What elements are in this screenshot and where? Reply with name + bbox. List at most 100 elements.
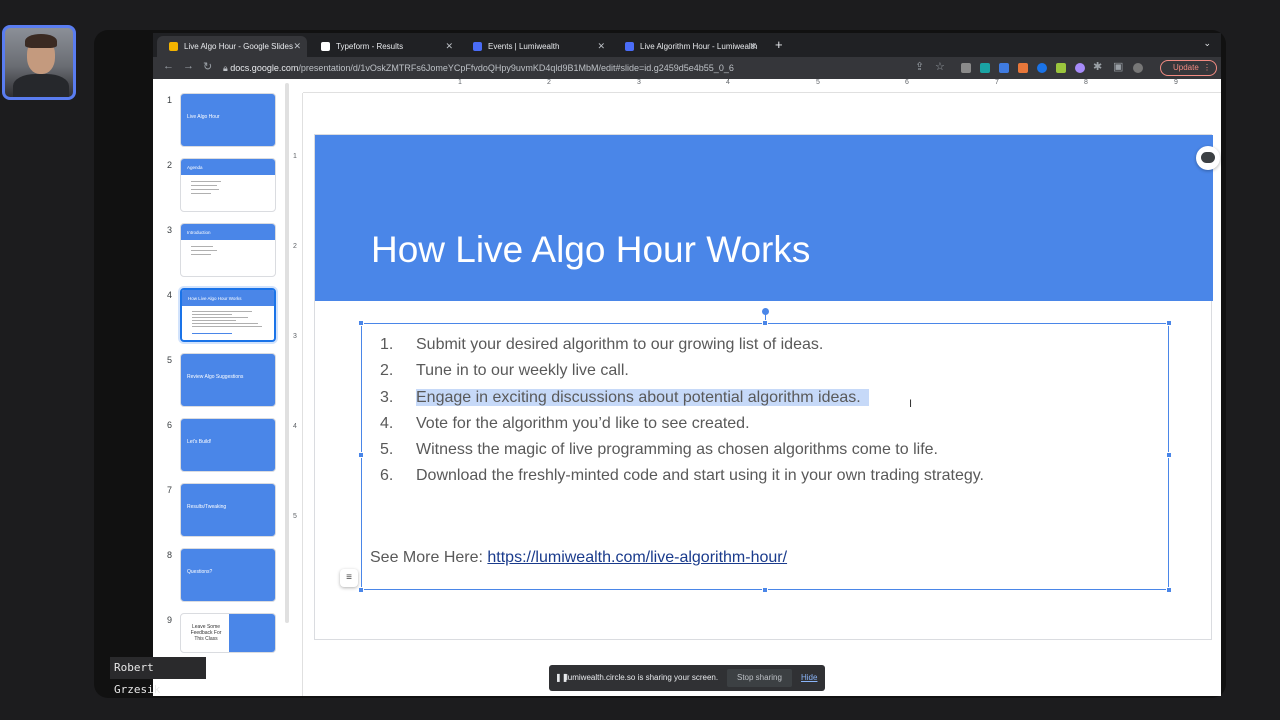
vertical-ruler[interactable]: 1 2 3 4 5 [289, 93, 303, 696]
extension-icon[interactable] [1037, 63, 1047, 73]
text-cursor-icon: I [909, 398, 913, 410]
tab-label: Live Algo Hour - Google Slides [184, 42, 293, 51]
thumb-number: 9 [167, 615, 173, 625]
close-tab-icon[interactable]: ✕ [749, 36, 757, 57]
extension-icon[interactable] [980, 63, 990, 73]
rotate-handle[interactable] [762, 308, 769, 315]
lumiwealth-favicon-icon [473, 42, 482, 51]
list-item[interactable]: 1. Submit your desired algorithm to our g… [380, 332, 984, 358]
side-panel-icon[interactable]: ▣ [1113, 60, 1123, 73]
forward-arrow-icon[interactable]: → [183, 60, 194, 72]
extensions-puzzle-icon[interactable]: ✱ [1093, 60, 1102, 73]
thumb-text-line [192, 326, 262, 327]
list-item[interactable]: 5. Witness the magic of live programming … [380, 437, 984, 463]
tab-search-chevron-icon[interactable]: ⌄ [1203, 38, 1211, 49]
resize-handle[interactable] [1166, 452, 1172, 458]
thumb-number: 1 [167, 95, 173, 105]
slide-thumb-1[interactable]: Live Algo Hour [180, 93, 276, 147]
see-more-label: See More Here: [370, 549, 488, 566]
profile-avatar[interactable] [1133, 63, 1143, 73]
stop-sharing-button[interactable]: Stop sharing [727, 669, 792, 687]
close-tab-icon[interactable]: ✕ [445, 36, 453, 57]
extension-icon[interactable] [1075, 63, 1085, 73]
assistant-toggle-icon[interactable] [1196, 146, 1220, 170]
list-number: 2. [380, 362, 394, 380]
hide-button[interactable]: Hide [801, 665, 817, 691]
thumb-text-line [191, 185, 217, 186]
thumb-text-line [192, 311, 252, 312]
tab-bar: Live Algo Hour - Google Slides ✕ Typefor… [153, 33, 1221, 57]
extension-icon[interactable] [961, 63, 971, 73]
thumb-title: Introduction [187, 230, 211, 235]
thumb-number: 8 [167, 550, 173, 560]
slide-thumb-8[interactable]: Questions? [180, 548, 276, 602]
menu-dots-icon: ⋮ [1203, 63, 1211, 72]
share-icon[interactable]: ⇪ [915, 60, 924, 73]
autofit-options-icon[interactable]: ≡ [340, 569, 358, 587]
horizontal-ruler[interactable]: 1 2 3 4 5 6 7 8 9 [303, 79, 1221, 93]
slide-thumb-6[interactable]: Let's Build! [180, 418, 276, 472]
slide-thumb-5[interactable]: Review Algo Suggestions [180, 353, 276, 407]
list-item[interactable]: 4. Vote for the algorithm you’d like to s… [380, 411, 984, 437]
body-textbox[interactable]: 1. Submit your desired algorithm to our g… [340, 308, 1172, 593]
tab-events-lumiwealth[interactable]: Events | Lumiwealth ✕ [461, 36, 611, 57]
ruler-number: 9 [1174, 79, 1178, 86]
thumb-text-line [191, 246, 213, 247]
ruler-number: 3 [637, 79, 641, 86]
extension-icon[interactable] [1018, 63, 1028, 73]
url-field[interactable]: 🔒︎ docs.google.com/presentation/d/1vOskZ… [223, 59, 1073, 77]
list-number: 4. [380, 414, 394, 432]
see-more-link[interactable]: https://lumiwealth.com/live-algorithm-ho… [487, 549, 787, 566]
resize-handle[interactable] [358, 587, 364, 593]
thumb-title: Let's Build! [187, 439, 212, 445]
list-text: Vote for the algorithm you’d like to see… [416, 414, 750, 432]
screen-share-bar: ❚❚ lumiwealth.circle.so is sharing your … [549, 665, 825, 691]
list-text: Tune in to our weekly live call. [416, 362, 629, 380]
resize-handle[interactable] [1166, 320, 1172, 326]
bookmark-star-icon[interactable]: ☆ [935, 60, 945, 73]
list-item[interactable]: 2. Tune in to our weekly live call. [380, 358, 984, 384]
participant-video[interactable] [2, 25, 76, 100]
ruler-number: 5 [293, 513, 297, 520]
new-tab-button[interactable]: + [775, 37, 783, 52]
tab-label: Live Algorithm Hour - Lumiwealth [640, 42, 758, 51]
back-arrow-icon[interactable]: ← [163, 60, 174, 72]
ruler-number: 3 [293, 333, 297, 340]
reload-icon[interactable]: ↻ [203, 60, 212, 73]
resize-handle[interactable] [1166, 587, 1172, 593]
list-number: 6. [380, 467, 394, 485]
extension-icon[interactable] [999, 63, 1009, 73]
numbered-list: 1. Submit your desired algorithm to our g… [380, 332, 984, 490]
thumb-header: Agenda [181, 159, 275, 175]
close-tab-icon[interactable]: ✕ [597, 36, 605, 57]
tab-google-slides[interactable]: Live Algo Hour - Google Slides ✕ [157, 36, 307, 57]
extension-icon[interactable] [1056, 63, 1066, 73]
slide-thumb-9[interactable]: Leave Some Feedback For This Class [180, 613, 276, 653]
slide-thumb-2[interactable]: Agenda [180, 158, 276, 212]
resize-handle[interactable] [358, 320, 364, 326]
resize-handle[interactable] [762, 587, 768, 593]
slide-title[interactable]: How Live Algo Hour Works [371, 229, 810, 271]
slide-thumb-4[interactable]: How Live Algo Hour Works [180, 288, 276, 342]
resize-handle[interactable] [762, 320, 768, 326]
resize-handle[interactable] [358, 452, 364, 458]
thumb-text-line [191, 254, 211, 255]
slide-thumb-7[interactable]: Results/Tweaking [180, 483, 276, 537]
thumb-title: Live Algo Hour [187, 114, 220, 120]
update-label: Update [1173, 63, 1199, 72]
list-number: 1. [380, 336, 394, 353]
close-tab-icon[interactable]: ✕ [293, 36, 301, 57]
list-item[interactable]: 6. Download the freshly-minted code and s… [380, 463, 984, 489]
tab-live-algorithm-hour[interactable]: Live Algorithm Hour - Lumiwealth ✕ [613, 36, 763, 57]
slide-thumb-3[interactable]: Introduction [180, 223, 276, 277]
url-host: docs.google.com [230, 63, 299, 73]
list-item-selected[interactable]: 3. Engage in exciting discussions about p… [380, 385, 984, 411]
thumb-title: How Live Algo Hour Works [188, 296, 242, 301]
tab-typeform[interactable]: Typeform - Results ✕ [309, 36, 459, 57]
list-text: Download the freshly-minted code and sta… [416, 467, 984, 485]
update-button[interactable]: Update ⋮ [1160, 60, 1217, 76]
slide-canvas[interactable]: How Live Algo Hour Works 1. Submit your d… [314, 134, 1213, 640]
thumb-title: Agenda [187, 165, 203, 170]
tab-label: Typeform - Results [336, 42, 404, 51]
participant-body [13, 74, 69, 97]
